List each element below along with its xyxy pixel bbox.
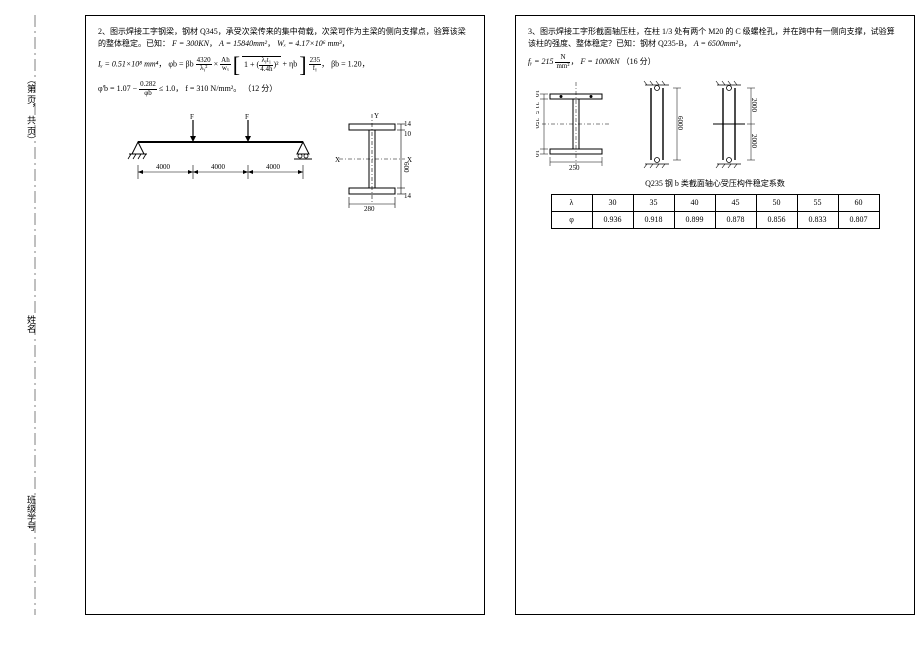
- phi-0: 0.936: [592, 212, 633, 229]
- q3-section: 250 10 21.5 250 10: [536, 80, 621, 172]
- q3-w: 250: [569, 164, 580, 172]
- frac1-d: λᵧ²: [196, 65, 212, 73]
- span3: 4000: [266, 163, 281, 171]
- load-F1: F: [190, 113, 194, 121]
- frac4-d: φb: [139, 90, 157, 98]
- lambda-4: 50: [756, 195, 797, 212]
- q2-Wx: Wₓ = 4.17×10⁶ mm³: [277, 39, 341, 48]
- table-row: φ 0.936 0.918 0.899 0.878 0.856 0.833 0.…: [551, 212, 879, 229]
- le1: ≤ 1.0: [159, 84, 175, 93]
- web-h: 600: [402, 162, 410, 173]
- q2-F: F = 300KN: [172, 39, 209, 48]
- tf-top: 14: [404, 120, 412, 128]
- stability-coeff-table: λ 30 35 40 45 50 55 60 φ 0.936 0.918 0.8…: [551, 194, 880, 229]
- lambda-6: 60: [838, 195, 879, 212]
- phi-3: 0.878: [715, 212, 756, 229]
- phi-label: φ: [551, 212, 592, 229]
- q3-text: 3、图示焊接工字形截面轴压柱，在柱 1/3 处有两个 M20 的 C 级螺栓孔，…: [528, 26, 902, 50]
- q2-A: A = 15840mm²: [219, 39, 267, 48]
- tf-bot: 14: [404, 192, 412, 200]
- times: ×: [214, 60, 219, 69]
- beta: βb = 1.20: [331, 60, 362, 69]
- phi-b-prefix: φb = βb: [168, 60, 193, 69]
- q2-Iy: Iᵧ = 0.51×10⁸ mm⁴: [98, 60, 158, 69]
- phi-prime-prefix: φ'b = 1.07 −: [98, 84, 137, 93]
- q3-h: 250: [536, 118, 540, 129]
- fy-label: fᵧ = 215: [528, 57, 553, 66]
- q2-points: （12 分）: [243, 84, 277, 93]
- lambda-0: 30: [592, 195, 633, 212]
- F-label: F = 1000kN: [580, 57, 619, 66]
- f-val: f = 310 N/mm²: [185, 84, 233, 93]
- phi-5: 0.833: [797, 212, 838, 229]
- axis-x-left: X: [335, 156, 340, 164]
- lambda-1: 35: [633, 195, 674, 212]
- phi-2: 0.899: [674, 212, 715, 229]
- lambda-label: λ: [551, 195, 592, 212]
- col-lower: 2000: [750, 134, 758, 149]
- binding-margin: （第 页， 共 页） 姓名 班级学号: [15, 15, 55, 615]
- q3-gap: 21.5: [536, 102, 540, 115]
- lambda-5: 55: [797, 195, 838, 212]
- eta: + ηb: [283, 60, 298, 69]
- col-total: 6000: [676, 116, 684, 131]
- beam-diagram: F F 4000 4000: [123, 112, 313, 197]
- page-right: 3、图示焊接工字形截面轴压柱，在柱 1/3 处有两个 M20 的 C 级螺栓孔，…: [515, 15, 915, 615]
- span2: 4000: [211, 163, 226, 171]
- flange-w: 280: [364, 205, 375, 212]
- page-left: 2、图示焊接工字钢梁，钢材 Q345，承受次梁传来的集中荷载，次梁可作为主梁的侧…: [85, 15, 485, 615]
- table-caption: Q235 钢 b 类截面轴心受压构件稳定系数: [528, 178, 902, 190]
- page-number-label: （第 页， 共 页）: [25, 75, 38, 145]
- frac3-d: fᵧ: [309, 65, 322, 73]
- q3-points: （16 分）: [622, 57, 656, 66]
- column-diagram-1: 6000: [633, 80, 693, 172]
- q3-A: A = 6500mm²: [694, 39, 738, 48]
- q2-formula-line2: φ'b = 1.07 − 0.282φb ≤ 1.0， f = 310 N/mm…: [98, 81, 472, 97]
- lambda-2: 40: [674, 195, 715, 212]
- name-field-label: 姓名: [25, 315, 38, 333]
- gap-10: 10: [404, 130, 412, 138]
- phi-6: 0.807: [838, 212, 879, 229]
- col-upper: 2000: [750, 98, 758, 113]
- column-diagram-2: 2000 2000: [705, 80, 770, 172]
- q2-formula-line1: Iᵧ = 0.51×10⁸ mm⁴， φb = βb 4320λᵧ² × Ahw…: [98, 56, 472, 73]
- q3-tf-bot: 10: [536, 150, 540, 158]
- i-section-diagram: X X Y 280 14 10 600: [331, 112, 421, 212]
- lambda-3: 45: [715, 195, 756, 212]
- load-F2: F: [245, 113, 249, 121]
- phi-1: 0.918: [633, 212, 674, 229]
- q2-text: 2、图示焊接工字钢梁，钢材 Q345，承受次梁传来的集中荷载，次梁可作为主梁的侧…: [98, 26, 472, 50]
- class-number-label: 班级学号: [25, 495, 38, 531]
- q3-tf-top: 10: [536, 90, 540, 98]
- phi-4: 0.856: [756, 212, 797, 229]
- axis-y-top: Y: [374, 112, 379, 120]
- q3-line2: fᵧ = 215 Nmm²， F = 1000kN （16 分）: [528, 54, 902, 70]
- inside-d: 4.4h: [259, 66, 273, 74]
- span1: 4000: [156, 163, 171, 171]
- table-row: λ 30 35 40 45 50 55 60: [551, 195, 879, 212]
- frac2-d: wₓ: [220, 65, 231, 73]
